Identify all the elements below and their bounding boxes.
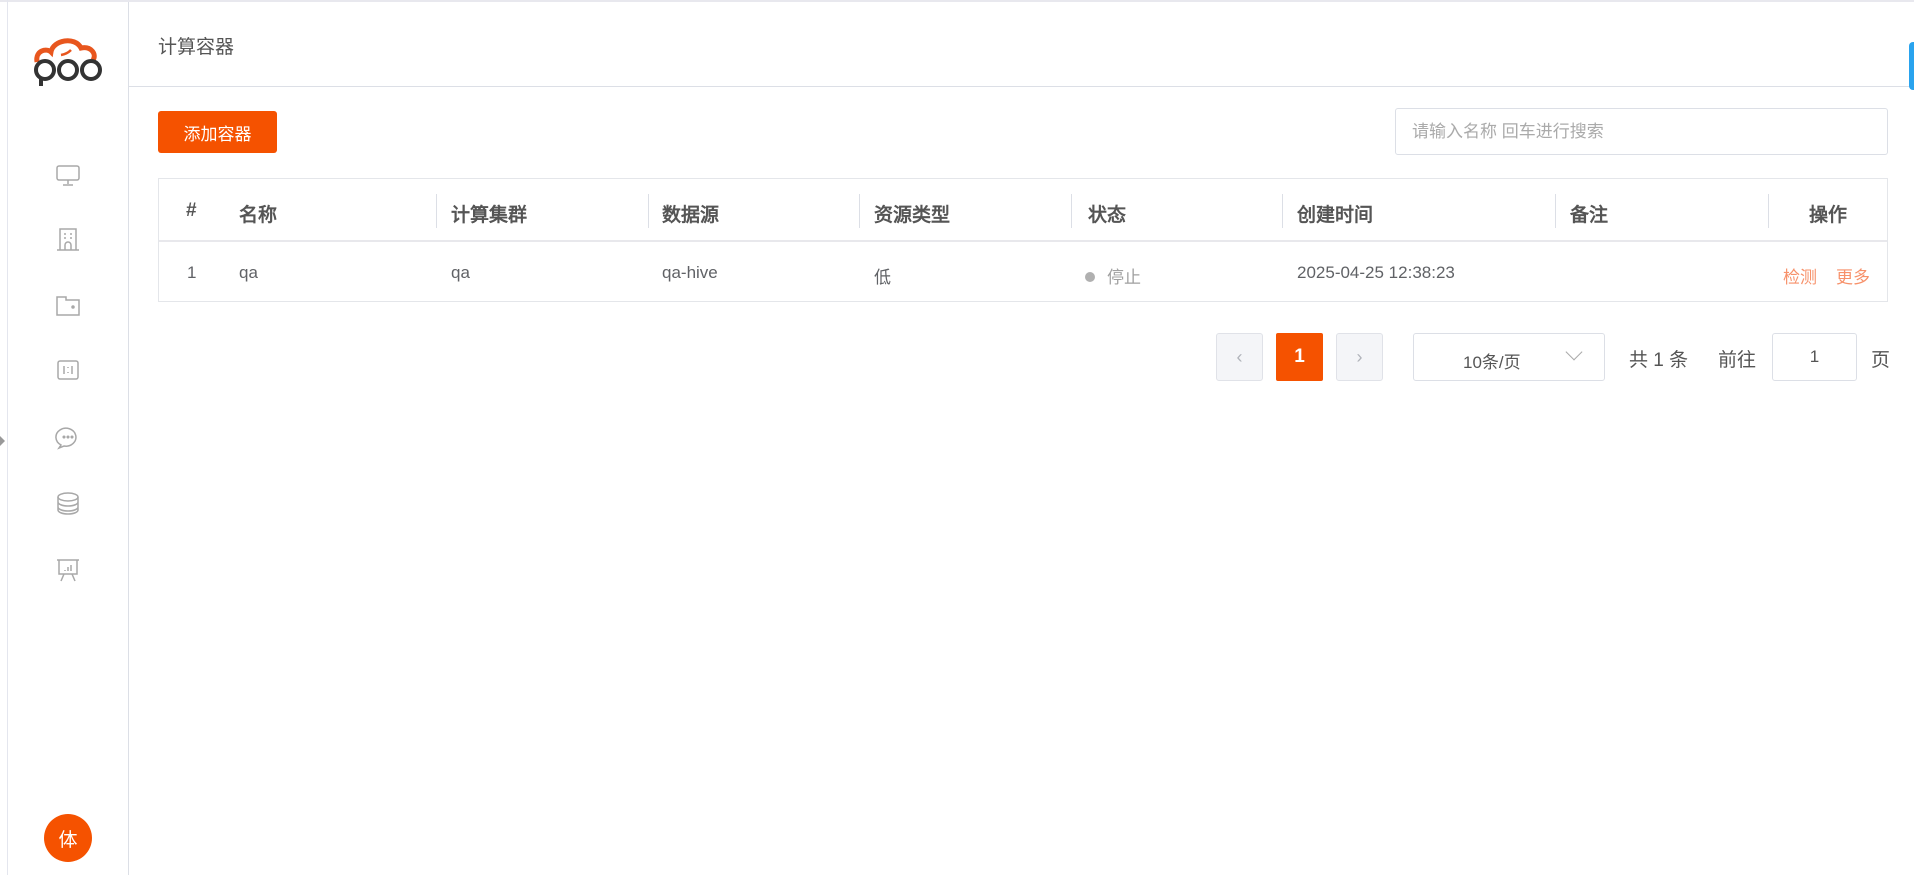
table-header: # 名称 计算集群 数据源 资源类型 状态 创建时间 备注 操作	[159, 179, 1887, 242]
cell-index: 1	[187, 263, 197, 282]
building-icon[interactable]	[55, 226, 81, 252]
next-page-button[interactable]: ›	[1336, 333, 1383, 381]
cell-name: qa	[239, 263, 258, 282]
check-link[interactable]: 检测	[1783, 263, 1817, 288]
page-size-select[interactable]: 10条/页	[1413, 333, 1605, 381]
status-text: 停止	[1107, 268, 1141, 287]
column-header-status: 状态	[1088, 205, 1127, 226]
page-suffix: 页	[1871, 350, 1891, 371]
total-count: 共 1 条	[1629, 350, 1689, 371]
cell-cluster: qa	[451, 263, 470, 282]
column-divider	[1768, 194, 1769, 228]
column-header-actions: 操作	[1809, 205, 1848, 226]
panel-icon[interactable]	[55, 357, 81, 383]
add-container-button[interactable]: 添加容器	[158, 111, 277, 153]
logo	[34, 38, 102, 86]
column-header-created: 创建时间	[1297, 205, 1374, 226]
column-divider	[1071, 194, 1072, 228]
status-dot-icon	[1085, 272, 1095, 282]
chevron-down-icon	[1565, 343, 1583, 361]
column-header-cluster: 计算集群	[451, 205, 528, 226]
column-header-index: #	[186, 200, 197, 221]
side-float-tab[interactable]	[1909, 42, 1914, 90]
page-header: 计算容器	[129, 2, 1914, 87]
chat-icon[interactable]	[55, 424, 81, 450]
table-row: 1 qa qa qa-hive 低 停止 2025-04-25 12:38:23…	[159, 244, 1887, 302]
column-divider	[648, 194, 649, 228]
cell-status: 停止	[1085, 263, 1141, 288]
column-divider	[436, 194, 437, 228]
page-size-value: 10条/页	[1463, 353, 1521, 372]
monitor-icon[interactable]	[55, 162, 81, 188]
goto-page-input[interactable]	[1772, 333, 1857, 381]
column-divider	[1282, 194, 1283, 228]
page-title: 计算容器	[158, 37, 235, 58]
column-header-resource-type: 资源类型	[874, 205, 951, 226]
column-header-datasource: 数据源	[662, 205, 720, 226]
column-header-remark: 备注	[1570, 205, 1609, 226]
column-divider	[859, 194, 860, 228]
column-header-name: 名称	[239, 205, 278, 226]
prev-page-button[interactable]: ‹	[1216, 333, 1263, 381]
containers-table: # 名称 计算集群 数据源 资源类型 状态 创建时间 备注 操作 1 qa qa…	[158, 178, 1888, 302]
cell-datasource: qa-hive	[662, 263, 718, 282]
sidebar-expand-handle[interactable]	[0, 436, 5, 446]
goto-label: 前往	[1718, 350, 1757, 371]
cell-resource-type: 低	[874, 268, 891, 287]
column-divider	[1555, 194, 1556, 228]
sidebar: 体	[8, 2, 129, 875]
user-avatar[interactable]: 体	[44, 814, 92, 862]
database-icon[interactable]	[55, 491, 81, 517]
presentation-icon[interactable]	[55, 557, 81, 583]
more-link[interactable]: 更多	[1836, 263, 1870, 288]
page-1-button[interactable]: 1	[1276, 333, 1323, 381]
cell-created: 2025-04-25 12:38:23	[1297, 263, 1455, 282]
folder-icon[interactable]	[55, 292, 81, 318]
search-input[interactable]	[1395, 108, 1888, 155]
